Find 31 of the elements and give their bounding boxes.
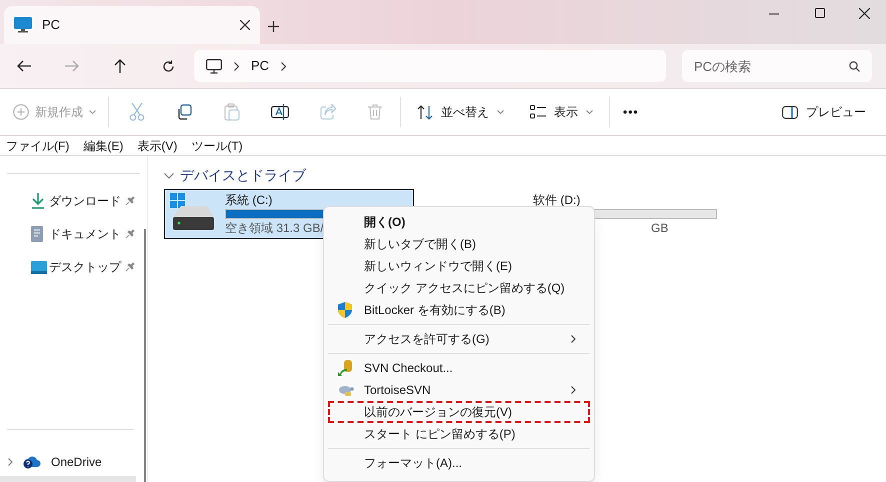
menu-item[interactable]: 編集(E) [83, 136, 124, 154]
section-title: デバイスとドライブ [180, 166, 306, 185]
preview-button[interactable]: プレビュー [782, 103, 866, 121]
menu-item[interactable]: ファイル(F) [6, 136, 70, 154]
more-button[interactable]: ••• [623, 103, 639, 121]
free-space-text: GB [651, 220, 668, 236]
breadcrumb[interactable]: PC [251, 56, 270, 76]
drive-name: 系統 (C:) [225, 192, 274, 208]
menu-item[interactable]: ツール(T) [191, 136, 243, 154]
sidebar-item[interactable]: ダウンロード [0, 190, 147, 212]
tab[interactable]: PC [4, 6, 260, 44]
menu-item[interactable]: 新しいウィンドウで開く(E) [328, 255, 590, 277]
sidebar-item[interactable]: ドキュメント [0, 223, 147, 245]
view-button[interactable]: 表示 [530, 103, 593, 121]
drive-name: 软件 (D:) [533, 192, 582, 208]
menu-item[interactable]: スタート にピン留めする(P) [328, 423, 590, 445]
menu-item[interactable]: クイック アクセスにピン留めする(Q) [328, 277, 590, 299]
menu-item[interactable]: SVN Checkout... [328, 357, 590, 379]
menu-item[interactable]: TortoiseSVN [328, 379, 590, 401]
menu-item[interactable]: フォーマット(A)... [328, 452, 590, 474]
tree-item[interactable]: OneDrive [8, 452, 102, 472]
address-bar[interactable]: PC [194, 50, 666, 82]
free-space-text: 空き領域 31.3 GB/ [225, 220, 324, 236]
sidebar-item[interactable]: デスクトップ [0, 256, 147, 278]
menu-item[interactable]: アクセスを許可する(G) [328, 328, 590, 350]
menu-item[interactable]: BitLocker を有効にする(B) [328, 299, 590, 321]
menu-item[interactable]: 以前のバージョンの復元(V) [328, 401, 590, 423]
menu-item[interactable]: 表示(V) [137, 136, 178, 154]
tab-title: PC [42, 16, 62, 34]
sort-button[interactable]: 並べ替え [417, 103, 504, 121]
search-field[interactable]: PCの検索 [682, 50, 872, 82]
